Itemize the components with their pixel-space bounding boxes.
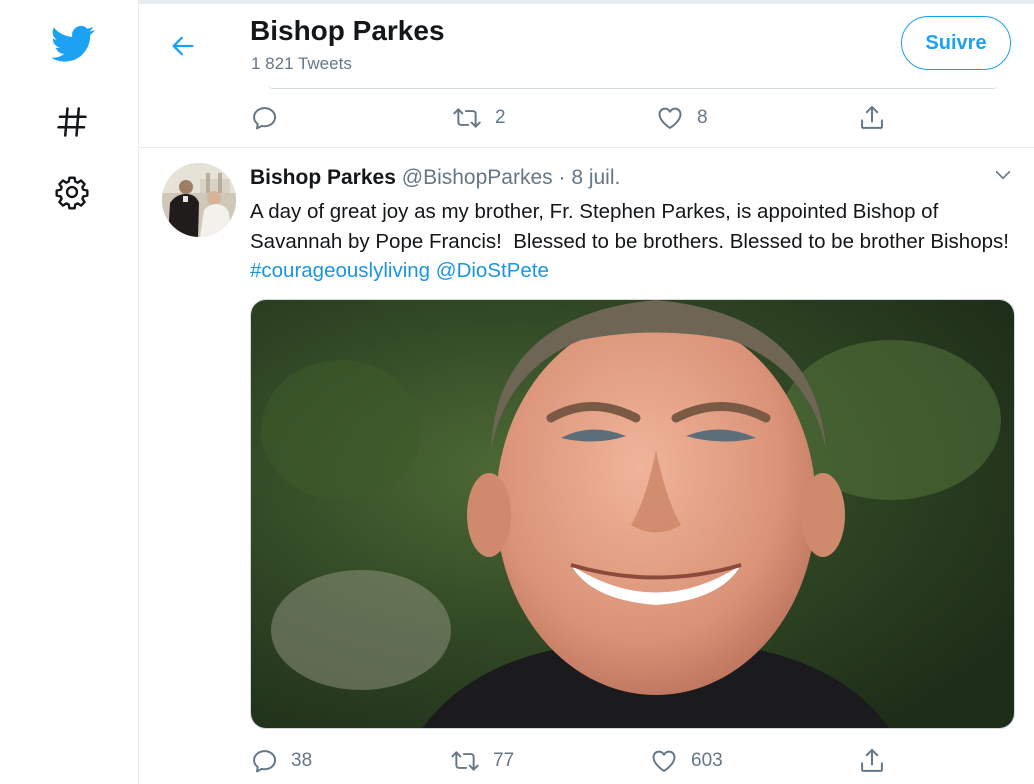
author-name[interactable]: Bishop Parkes: [250, 166, 396, 189]
like-count: 603: [691, 750, 723, 771]
mention-link[interactable]: @DioStPete: [436, 259, 549, 282]
share-icon: [861, 748, 883, 772]
follow-button[interactable]: Suivre: [901, 16, 1011, 70]
share-button[interactable]: [858, 103, 886, 133]
previous-tweet-media-edge: [268, 84, 998, 89]
reply-button[interactable]: [250, 103, 291, 133]
retweet-icon: [453, 108, 481, 128]
tweet-count: 1 821 Tweets: [251, 54, 352, 73]
retweet-button[interactable]: 2: [452, 103, 506, 133]
retweet-button[interactable]: 77: [450, 746, 514, 776]
like-button[interactable]: 603: [650, 746, 723, 776]
reply-count: 38: [291, 750, 313, 771]
page-title: Bishop Parkes: [250, 15, 445, 46]
share-icon: [861, 105, 883, 129]
tweet-text: A day of great joy as my brother, Fr. St…: [250, 197, 1020, 286]
author-handle[interactable]: @BishopParkes: [402, 166, 553, 189]
heart-icon: [658, 107, 682, 129]
reply-icon: [253, 750, 277, 773]
tweet-separator: [139, 147, 1034, 148]
like-button[interactable]: 8: [656, 103, 708, 133]
tweet-actions: 38 77 603: [250, 746, 890, 776]
hashtag-link[interactable]: #courageouslyliving: [250, 259, 430, 282]
share-button[interactable]: [858, 746, 886, 776]
retweet-count: 2: [495, 107, 506, 128]
tweet-photo[interactable]: [250, 299, 1015, 729]
twitter-logo-icon[interactable]: [50, 24, 96, 64]
reply-button[interactable]: 38: [250, 746, 312, 776]
hashtag-icon[interactable]: [52, 102, 92, 142]
tweet-menu-button[interactable]: [988, 162, 1018, 188]
arrow-left-icon: [172, 36, 194, 56]
chevron-down-icon: [995, 170, 1011, 180]
back-button[interactable]: [165, 28, 201, 64]
retweet-count: 77: [493, 750, 515, 771]
profile-header: Bishop Parkes 1 821 Tweets Suivre: [139, 4, 1034, 86]
reply-icon: [253, 107, 277, 130]
gear-icon[interactable]: [52, 172, 92, 212]
tweet-date[interactable]: 8 juil.: [571, 166, 620, 189]
left-navigation: [0, 0, 138, 784]
prev-tweet-actions: 2 8: [250, 103, 890, 133]
avatar[interactable]: [162, 163, 236, 237]
heart-icon: [652, 750, 676, 772]
retweet-icon: [451, 751, 479, 771]
tweet-text-plain: A day of great joy as my brother, Fr. St…: [250, 200, 1015, 253]
tweet-header: Bishop Parkes @BishopParkes · 8 juil.: [250, 166, 620, 190]
column-divider: [138, 0, 139, 784]
like-count: 8: [697, 107, 708, 128]
separator-dot: ·: [558, 166, 566, 189]
